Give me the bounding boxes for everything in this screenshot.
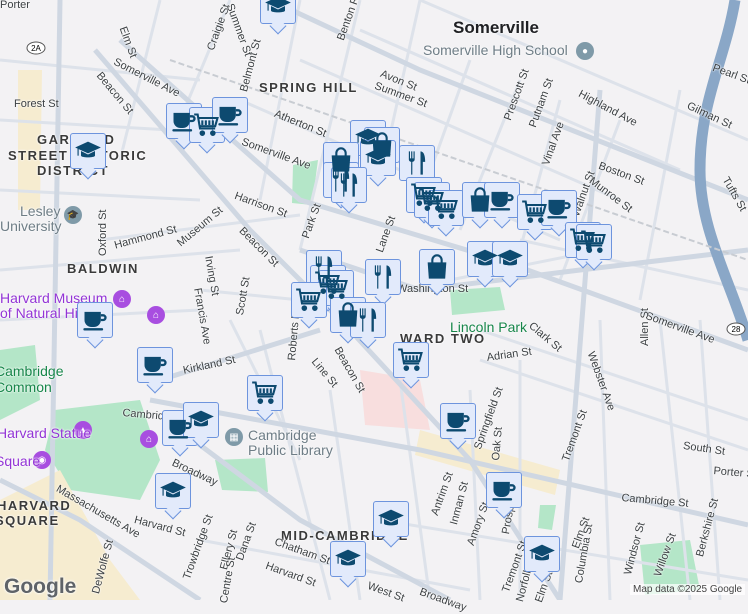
utensils-marker[interactable] — [331, 167, 367, 203]
graduation-cap-marker[interactable] — [524, 536, 560, 572]
svg-text:28: 28 — [732, 325, 741, 334]
graduation-cap-icon — [471, 245, 499, 273]
street-label: Oxford St — [97, 209, 109, 256]
graduation-cap-icon — [496, 245, 524, 273]
museum-label: Square — [0, 453, 41, 469]
cart-icon — [322, 274, 350, 302]
graduation-cap-marker[interactable] — [373, 501, 409, 537]
cup-marker[interactable] — [486, 472, 522, 508]
area-label: SPRING HILL — [259, 80, 358, 95]
graduation-cap-marker[interactable] — [183, 402, 219, 438]
park-label: Lincoln Park — [450, 319, 528, 335]
museum-label: Harvard Statue — [0, 425, 92, 441]
library-pin[interactable]: ▦ — [225, 428, 243, 446]
poi-label: Cambridge — [248, 427, 317, 443]
utensils-icon — [354, 306, 382, 334]
cup-icon — [444, 407, 472, 435]
poi-label: Public Library — [248, 442, 333, 458]
cart-marker[interactable] — [393, 342, 429, 378]
utensils-marker[interactable] — [350, 302, 386, 338]
cart-marker[interactable] — [428, 190, 464, 226]
cup-marker[interactable] — [440, 403, 476, 439]
graduation-cap-icon — [334, 545, 362, 573]
museum-pin[interactable]: ⌂ — [113, 290, 131, 308]
bag-icon — [423, 253, 451, 281]
cart-icon — [432, 194, 460, 222]
cart-icon — [251, 379, 279, 407]
utensils-icon — [369, 263, 397, 291]
street-label: Forest St — [14, 98, 59, 110]
cart-icon — [580, 228, 608, 256]
graduation-cap-icon — [528, 540, 556, 568]
map-attribution[interactable]: Map data ©2025 Google — [630, 584, 746, 595]
cup-icon — [216, 101, 244, 129]
cup-marker[interactable] — [212, 97, 248, 133]
graduation-cap-icon — [74, 137, 102, 165]
graduation-cap-icon — [264, 0, 292, 20]
utensils-icon — [335, 171, 363, 199]
utensils-icon — [403, 149, 431, 177]
poi-label: University — [0, 218, 62, 234]
graduation-cap-icon — [377, 505, 405, 533]
area-label: SQUARE — [0, 513, 60, 528]
bag-marker[interactable] — [419, 249, 455, 285]
cup-icon — [490, 476, 518, 504]
high-school-pin[interactable]: ● — [576, 42, 594, 60]
cup-marker[interactable] — [77, 302, 113, 338]
poi-label: Lesley — [20, 203, 61, 219]
cart-marker[interactable] — [291, 282, 327, 318]
cup-icon — [488, 186, 516, 214]
graduation-cap-icon — [187, 406, 215, 434]
cup-marker[interactable] — [484, 182, 520, 218]
cup-icon — [81, 306, 109, 334]
graduation-cap-marker[interactable] — [360, 140, 396, 176]
graduation-cap-icon — [364, 144, 392, 172]
area-label: HARVARD — [0, 498, 72, 513]
city-label: Somerville — [453, 18, 539, 37]
utensils-marker[interactable] — [399, 145, 435, 181]
google-logo: Google — [4, 575, 77, 598]
cart-icon — [397, 346, 425, 374]
graduation-cap-icon — [159, 477, 187, 505]
lesley-university-pin[interactable]: 🎓 — [64, 206, 82, 224]
street-label: Allen St — [639, 308, 651, 346]
museum-pin[interactable]: ⌂ — [147, 306, 165, 324]
utensils-marker[interactable] — [365, 259, 401, 295]
area-label: BALDWIN — [67, 261, 139, 276]
street-label: Porter — [0, 0, 30, 11]
graduation-cap-marker[interactable] — [70, 133, 106, 169]
museum-pin[interactable]: ⌂ — [140, 430, 158, 448]
svg-text:2A: 2A — [31, 44, 41, 53]
cup-icon — [545, 194, 573, 222]
cart-icon — [295, 286, 323, 314]
graduation-cap-marker[interactable] — [492, 241, 528, 277]
graduation-cap-marker[interactable] — [155, 473, 191, 509]
cart-marker[interactable] — [576, 224, 612, 260]
cup-marker[interactable] — [137, 347, 173, 383]
cart-marker[interactable] — [247, 375, 283, 411]
graduation-cap-marker[interactable] — [330, 541, 366, 577]
poi-label: Somerville High School — [423, 42, 568, 58]
cup-icon — [141, 351, 169, 379]
cup-marker[interactable] — [541, 190, 577, 226]
graduation-cap-marker[interactable] — [260, 0, 296, 24]
park-label: Common — [0, 379, 52, 395]
park-label: Cambridge — [0, 363, 64, 379]
